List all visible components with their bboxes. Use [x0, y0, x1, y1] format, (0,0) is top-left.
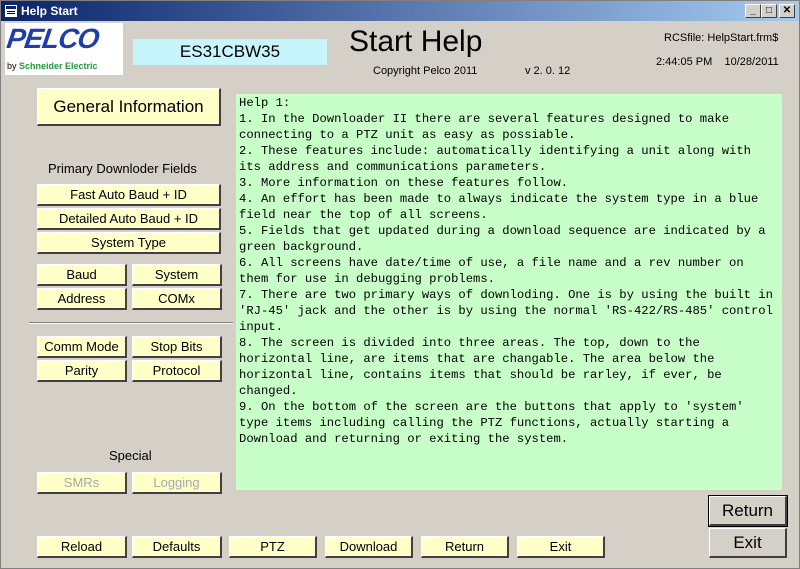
minimize-button[interactable]: _	[745, 4, 761, 18]
defaults-button[interactable]: Defaults	[132, 536, 222, 558]
stop-bits-button[interactable]: Stop Bits	[132, 336, 222, 358]
system-type-button[interactable]: System Type	[37, 232, 221, 254]
detailed-auto-baud-button[interactable]: Detailed Auto Baud + ID	[37, 208, 221, 230]
pelco-logo: PELCO by Schneider Electric	[5, 23, 123, 75]
smrs-button[interactable]: SMRs	[37, 472, 127, 494]
title-bar[interactable]: Help Start _ □ ✕	[1, 1, 799, 21]
exit-button[interactable]: Exit	[709, 528, 787, 558]
reload-button[interactable]: Reload	[37, 536, 127, 558]
logging-button[interactable]: Logging	[132, 472, 222, 494]
primary-fields-label: Primary Downloder Fields	[48, 161, 197, 176]
comx-button[interactable]: COMx	[132, 288, 222, 310]
fast-auto-baud-button[interactable]: Fast Auto Baud + ID	[37, 184, 221, 206]
window-title: Help Start	[21, 4, 78, 18]
protocol-button[interactable]: Protocol	[132, 360, 222, 382]
special-label: Special	[109, 448, 152, 463]
logo-brand: PELCO	[4, 23, 101, 54]
help-text-area: Help 1: 1. In the Downloader II there ar…	[236, 94, 782, 490]
rcs-file-text: RCSfile: HelpStart.frm$	[664, 32, 779, 44]
comm-mode-button[interactable]: Comm Mode	[37, 336, 127, 358]
logo-subtitle: by Schneider Electric	[7, 61, 98, 71]
help-start-window: Help Start _ □ ✕ PELCO by Schneider Elec…	[0, 0, 800, 569]
general-information-button[interactable]: General Information	[37, 88, 221, 126]
return-button[interactable]: Return	[708, 495, 788, 527]
maximize-button[interactable]: □	[761, 4, 777, 18]
version-text: v 2. 0. 12	[525, 65, 571, 77]
divider-line	[29, 322, 233, 324]
close-button[interactable]: ✕	[779, 4, 795, 18]
parity-button[interactable]: Parity	[37, 360, 127, 382]
address-button[interactable]: Address	[37, 288, 127, 310]
copyright-text: Copyright Pelco 2011	[373, 65, 478, 77]
app-icon	[5, 5, 17, 17]
system-type-display: ES31CBW35	[133, 39, 327, 65]
system-button[interactable]: System	[132, 264, 222, 286]
baud-button[interactable]: Baud	[37, 264, 127, 286]
ptz-button[interactable]: PTZ	[229, 536, 317, 558]
bottom-exit-button[interactable]: Exit	[517, 536, 605, 558]
datetime-text: 2:44:05 PM 10/28/2011	[656, 56, 779, 68]
bottom-return-button[interactable]: Return	[421, 536, 509, 558]
download-button[interactable]: Download	[325, 536, 413, 558]
page-title: Start Help	[349, 25, 483, 58]
